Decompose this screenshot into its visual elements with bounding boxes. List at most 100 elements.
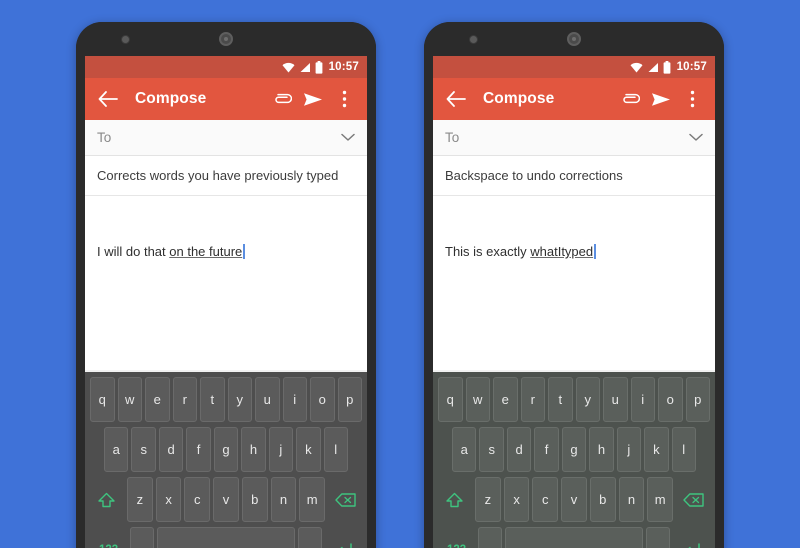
- key-n[interactable]: n: [618, 477, 645, 522]
- key-l[interactable]: l: [671, 427, 696, 472]
- key-a[interactable]: a: [452, 427, 477, 472]
- key-e[interactable]: e: [145, 377, 170, 422]
- key-t[interactable]: t: [548, 377, 573, 422]
- key-space[interactable]: [157, 527, 295, 548]
- overflow-menu-icon[interactable]: [331, 86, 357, 112]
- send-icon[interactable]: [300, 86, 326, 112]
- phone-right: 10:57 Compose To Backspace to undo corre…: [424, 22, 724, 548]
- key-l[interactable]: l: [323, 427, 348, 472]
- key-i[interactable]: i: [282, 377, 307, 422]
- body-text-line: This is exactly whatItyped: [445, 244, 703, 259]
- key-q[interactable]: q: [438, 377, 463, 422]
- proximity-sensor-icon: [122, 36, 129, 43]
- subject-field[interactable]: Backspace to undo corrections: [433, 156, 715, 196]
- key-y[interactable]: y: [227, 377, 252, 422]
- key-e[interactable]: e: [493, 377, 518, 422]
- back-arrow-icon[interactable]: [443, 86, 469, 112]
- phone-screen-left: 10:57 Compose To Corrects words you have…: [85, 56, 367, 548]
- key-period[interactable]: .: [645, 527, 670, 548]
- key-y[interactable]: y: [575, 377, 600, 422]
- attach-icon[interactable]: [269, 86, 295, 112]
- key-g[interactable]: g: [561, 427, 587, 472]
- phone-left: 10:57 Compose To Corrects words you have…: [76, 22, 376, 548]
- soft-keyboard: q w e r t y u i o p a s d f g h j k l z …: [85, 370, 367, 548]
- key-k[interactable]: k: [644, 427, 669, 472]
- backspace-icon[interactable]: [676, 477, 710, 522]
- back-arrow-icon[interactable]: [95, 86, 121, 112]
- key-f[interactable]: f: [186, 427, 211, 472]
- key-h[interactable]: h: [241, 427, 266, 472]
- key-r[interactable]: r: [172, 377, 197, 422]
- chevron-down-icon[interactable]: [341, 129, 355, 147]
- key-s[interactable]: s: [479, 427, 504, 472]
- keyboard-row-2: a s d f g h j k l: [436, 427, 712, 472]
- key-u[interactable]: u: [603, 377, 628, 422]
- key-comma[interactable]: ,: [130, 527, 155, 548]
- key-b[interactable]: b: [589, 477, 616, 522]
- enter-icon[interactable]: [325, 527, 362, 548]
- attach-icon[interactable]: [617, 86, 643, 112]
- subject-field[interactable]: Corrects words you have previously typed: [85, 156, 367, 196]
- key-j[interactable]: j: [616, 427, 642, 472]
- phone-bezel-top: [424, 22, 724, 56]
- shift-icon[interactable]: [438, 477, 472, 522]
- recipient-field[interactable]: To: [85, 120, 367, 156]
- key-g[interactable]: g: [213, 427, 239, 472]
- key-q[interactable]: q: [90, 377, 115, 422]
- key-space[interactable]: [505, 527, 643, 548]
- key-o[interactable]: o: [658, 377, 683, 422]
- numbers-key[interactable]: 123: [438, 527, 475, 548]
- key-h[interactable]: h: [589, 427, 614, 472]
- body-text-prefix: I will do that: [97, 244, 170, 259]
- enter-icon[interactable]: [673, 527, 710, 548]
- key-o[interactable]: o: [310, 377, 335, 422]
- key-x[interactable]: x: [155, 477, 182, 522]
- key-w[interactable]: w: [117, 377, 142, 422]
- key-x[interactable]: x: [503, 477, 530, 522]
- key-p[interactable]: p: [685, 377, 710, 422]
- key-k[interactable]: k: [296, 427, 321, 472]
- overflow-menu-icon[interactable]: [679, 86, 705, 112]
- key-d[interactable]: d: [158, 427, 184, 472]
- key-i[interactable]: i: [630, 377, 655, 422]
- body-field[interactable]: I will do that on the future: [85, 196, 367, 312]
- key-f[interactable]: f: [534, 427, 559, 472]
- key-d[interactable]: d: [506, 427, 532, 472]
- keyboard-row-1: q w e r t y u i o p: [436, 377, 712, 422]
- key-b[interactable]: b: [241, 477, 268, 522]
- numbers-key[interactable]: 123: [90, 527, 127, 548]
- shift-icon[interactable]: [90, 477, 124, 522]
- key-m[interactable]: m: [647, 477, 674, 522]
- key-period[interactable]: .: [297, 527, 322, 548]
- keyboard-row-3: z x c v b n m: [436, 477, 712, 522]
- send-icon[interactable]: [648, 86, 674, 112]
- proximity-sensor-icon: [470, 36, 477, 43]
- key-j[interactable]: j: [268, 427, 294, 472]
- key-z[interactable]: z: [126, 477, 153, 522]
- keyboard-row-3: z x c v b n m: [88, 477, 364, 522]
- key-u[interactable]: u: [255, 377, 280, 422]
- autocorrected-word: on the future: [169, 244, 243, 259]
- key-comma[interactable]: ,: [478, 527, 503, 548]
- key-n[interactable]: n: [270, 477, 297, 522]
- status-bar: 10:57: [433, 56, 715, 78]
- chevron-down-icon[interactable]: [689, 129, 703, 147]
- body-field[interactable]: This is exactly whatItyped: [433, 196, 715, 312]
- backspace-icon[interactable]: [328, 477, 362, 522]
- key-t[interactable]: t: [200, 377, 225, 422]
- key-c[interactable]: c: [532, 477, 559, 522]
- key-r[interactable]: r: [520, 377, 545, 422]
- key-s[interactable]: s: [131, 427, 156, 472]
- key-a[interactable]: a: [104, 427, 129, 472]
- signal-icon: [299, 62, 311, 73]
- key-m[interactable]: m: [299, 477, 326, 522]
- key-v[interactable]: v: [213, 477, 239, 522]
- key-z[interactable]: z: [474, 477, 501, 522]
- page-title: Compose: [135, 90, 207, 107]
- key-v[interactable]: v: [561, 477, 587, 522]
- keyboard-row-4: 123 , .: [436, 527, 712, 548]
- key-p[interactable]: p: [337, 377, 362, 422]
- key-w[interactable]: w: [465, 377, 490, 422]
- recipient-field[interactable]: To: [433, 120, 715, 156]
- key-c[interactable]: c: [184, 477, 211, 522]
